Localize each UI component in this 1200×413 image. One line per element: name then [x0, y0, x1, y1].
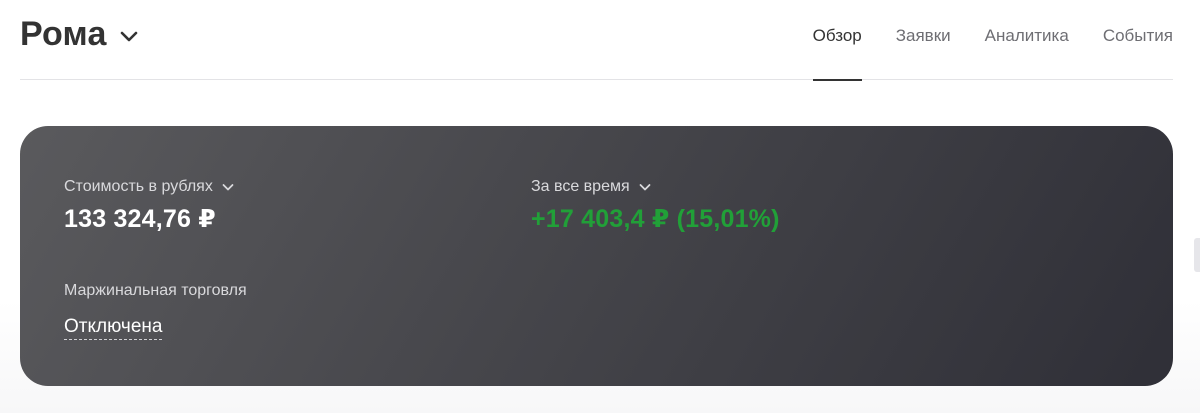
- header: Рома Обзор Заявки Аналитика События: [20, 0, 1173, 81]
- page: Рома Обзор Заявки Аналитика События Стои…: [0, 0, 1200, 413]
- portfolio-change-block: За все время +17 403,4 ₽ (15,01%): [531, 178, 780, 234]
- portfolio-value-block: Стоимость в рублях 133 324,76 ₽: [64, 178, 235, 234]
- portfolio-summary-card: Стоимость в рублях 133 324,76 ₽ За все в…: [20, 126, 1173, 386]
- tab-label: Обзор: [812, 26, 862, 45]
- chevron-down-icon: [638, 180, 652, 194]
- margin-trading-block: Маржинальная торговля Отключена: [64, 282, 247, 340]
- chevron-down-icon: [119, 26, 139, 46]
- value-currency-selector[interactable]: Стоимость в рублях: [64, 178, 235, 196]
- account-name: Рома: [20, 15, 107, 53]
- tab-label: Аналитика: [984, 26, 1069, 45]
- portfolio-change: +17 403,4 ₽ (15,01%): [531, 205, 780, 233]
- tab-overview[interactable]: Обзор: [812, 0, 862, 81]
- portfolio-value: 133 324,76 ₽: [64, 205, 216, 233]
- tab-analytics[interactable]: Аналитика: [985, 0, 1069, 80]
- scrollbar-handle[interactable]: [1194, 238, 1200, 272]
- account-selector[interactable]: Рома: [20, 12, 139, 56]
- value-label: Стоимость в рублях: [64, 178, 213, 195]
- chevron-down-icon: [221, 180, 235, 194]
- tab-bar: Обзор Заявки Аналитика События: [779, 0, 1173, 81]
- margin-trading-label: Маржинальная торговля: [64, 282, 247, 299]
- period-selector[interactable]: За все время: [531, 178, 780, 196]
- tab-label: Заявки: [895, 26, 951, 45]
- period-label: За все время: [531, 178, 630, 195]
- tab-events[interactable]: События: [1103, 0, 1173, 80]
- tab-label: События: [1102, 26, 1173, 45]
- margin-trading-status-link[interactable]: Отключена: [64, 316, 163, 340]
- tab-orders[interactable]: Заявки: [896, 0, 951, 80]
